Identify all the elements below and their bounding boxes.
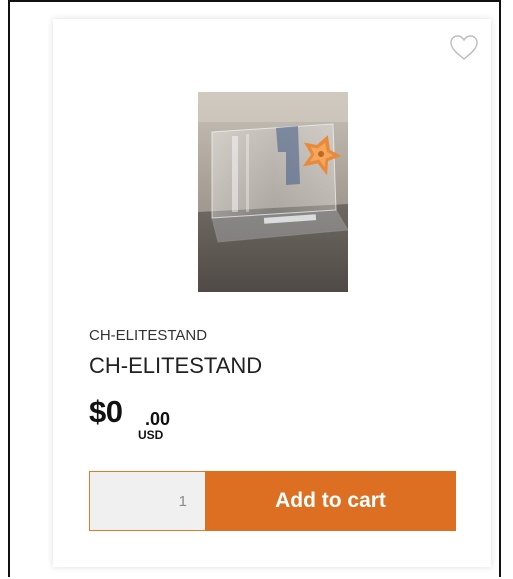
price-cents: .00 <box>145 409 171 429</box>
wishlist-button[interactable] <box>449 33 479 63</box>
heart-outline-icon <box>450 35 478 60</box>
price-currency: USD <box>138 428 164 442</box>
product-name-link[interactable]: CH-ELITESTAND <box>89 353 262 379</box>
acrylic-stand-photo <box>198 92 348 292</box>
add-to-cart-button[interactable]: Add to cart <box>205 471 456 531</box>
price-main: $0 <box>89 394 123 429</box>
product-card: CH-ELITESTAND CH-ELITESTAND $0 .00 USD A… <box>53 19 491 567</box>
product-sku: CH-ELITESTAND <box>89 327 208 344</box>
quantity-input[interactable] <box>89 471 205 531</box>
page-frame: CH-ELITESTAND CH-ELITESTAND $0 .00 USD A… <box>8 0 501 577</box>
product-image[interactable] <box>198 92 348 292</box>
